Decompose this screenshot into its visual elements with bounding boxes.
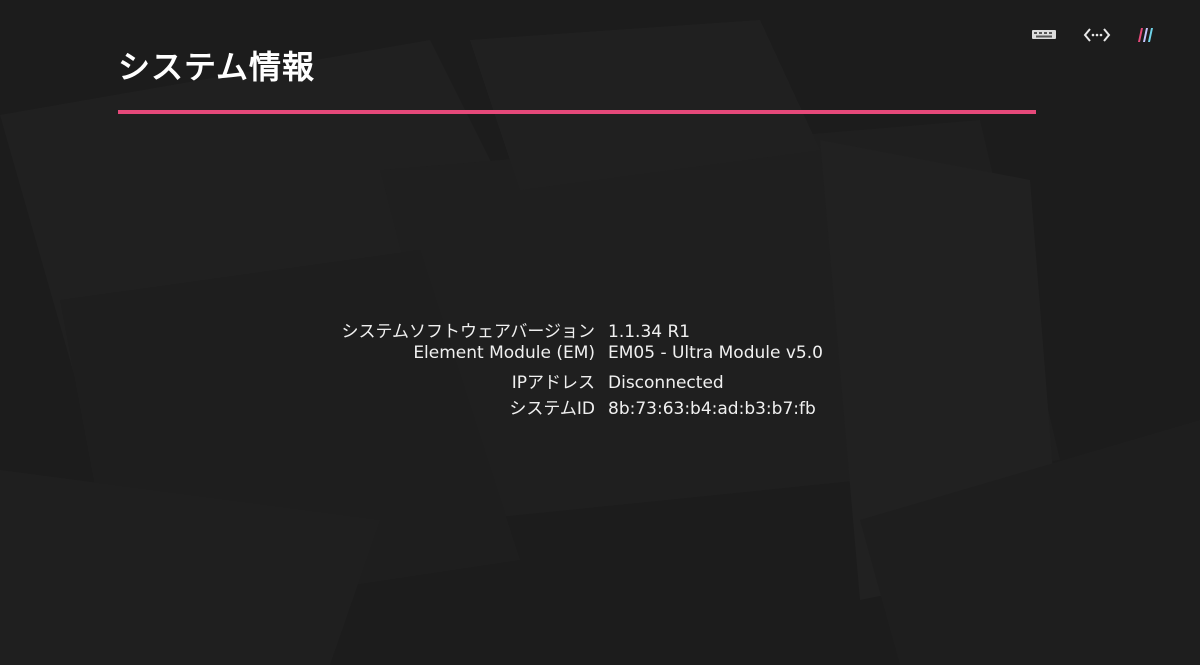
info-row-software-version: システムソフトウェアバージョン 1.1.34 R1 — [0, 317, 1200, 343]
info-value: Disconnected — [608, 373, 724, 393]
info-label: システムソフトウェアバージョン — [341, 322, 595, 342]
info-row-element-module: Element Module (EM) EM05 - Ultra Module … — [0, 343, 1200, 369]
info-label: システムID — [509, 398, 595, 419]
network-code-icon[interactable] — [1082, 24, 1112, 46]
info-row-ip-address: IPアドレス Disconnected — [0, 368, 1200, 394]
info-value: 8b:73:63:b4:ad:b3:b7:fb — [608, 398, 816, 419]
title-divider — [118, 110, 1036, 114]
info-label: Element Module (EM) — [413, 342, 595, 363]
top-toolbar — [1030, 24, 1164, 46]
brand-stripes-icon — [1134, 24, 1164, 46]
info-row-system-id: システムID 8b:73:63:b4:ad:b3:b7:fb — [0, 394, 1200, 420]
info-value: 1.1.34 R1 — [608, 322, 691, 342]
info-value: EM05 - Ultra Module v5.0 — [608, 342, 823, 363]
info-label: IPアドレス — [511, 373, 595, 393]
system-info-table: システムソフトウェアバージョン 1.1.34 R1 Element Module… — [0, 317, 1200, 419]
keyboard-icon[interactable] — [1030, 24, 1060, 46]
page-title: システム情報 — [118, 48, 316, 86]
